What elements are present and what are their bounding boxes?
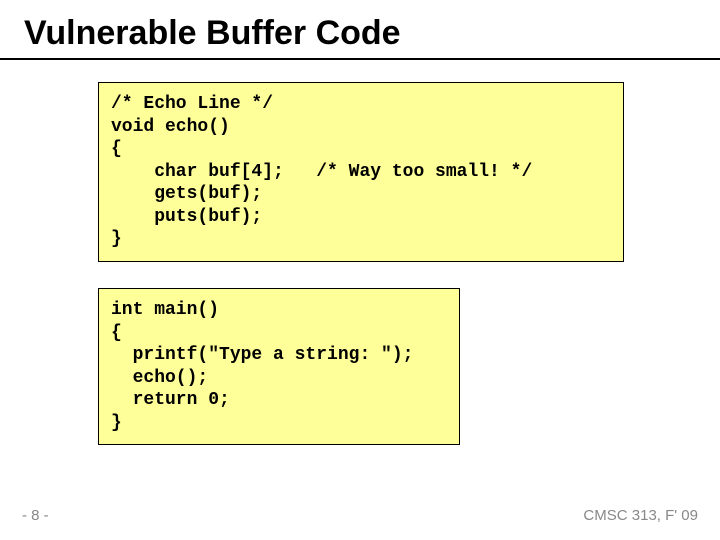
page-title: Vulnerable Buffer Code <box>24 14 401 53</box>
course-label: CMSC 313, F' 09 <box>583 507 698 524</box>
code-box-echo: /* Echo Line */ void echo() { char buf[4… <box>98 82 624 262</box>
page-number: - 8 - <box>22 507 49 524</box>
code-box-main: int main() { printf("Type a string: "); … <box>98 288 460 445</box>
title-rule <box>0 58 720 60</box>
